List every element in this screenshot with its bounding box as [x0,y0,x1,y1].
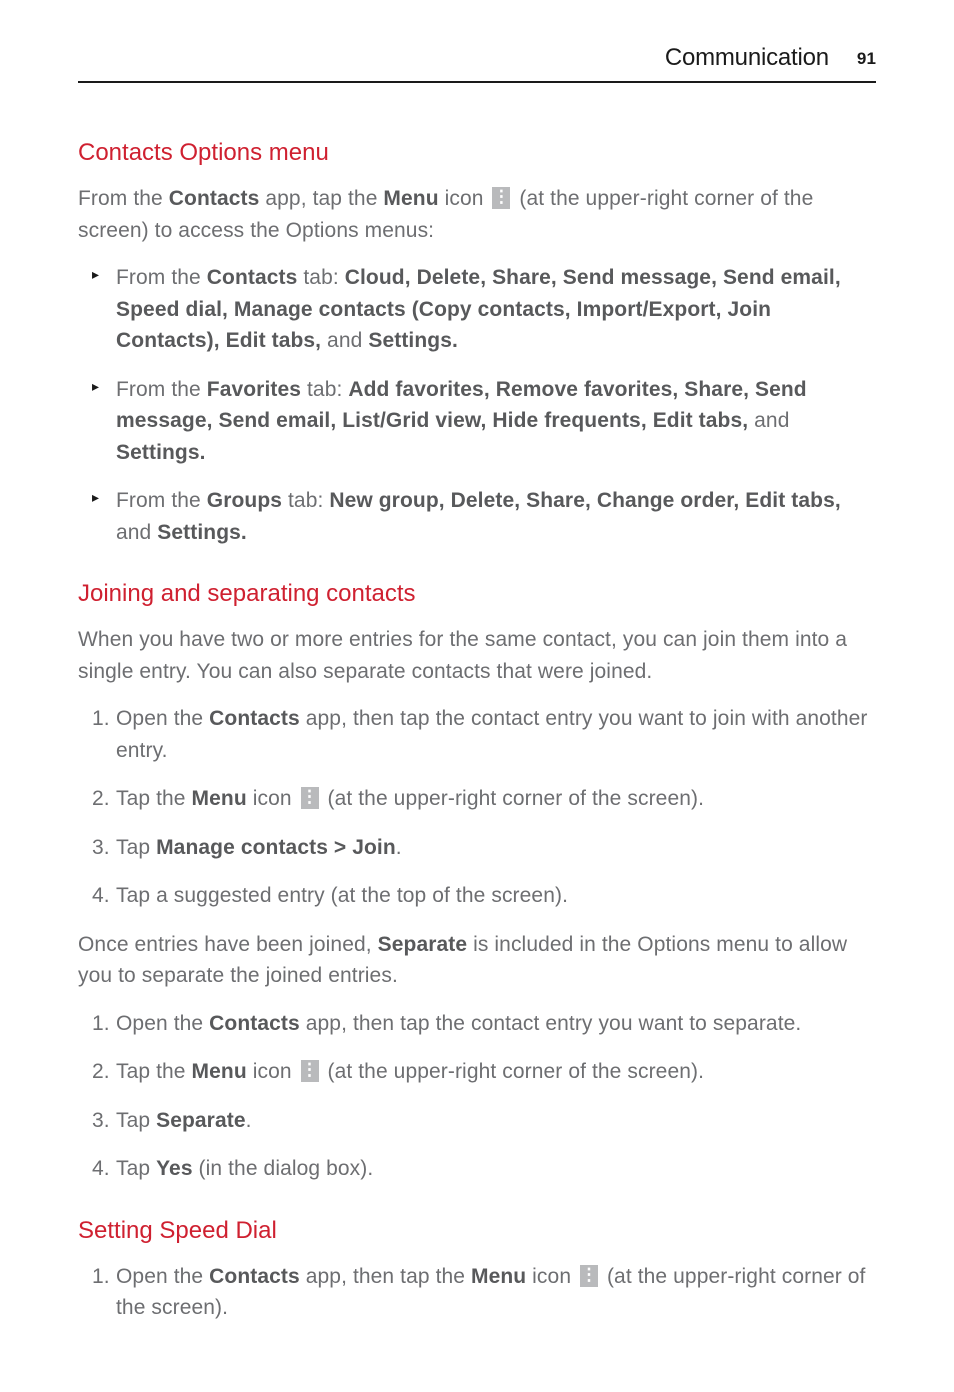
page-number: 91 [857,46,876,72]
step-number: 4. [92,1153,110,1185]
text: tab: [282,489,329,512]
text-bold: Manage contacts > Join [156,836,396,859]
list-item: 1.Open the Contacts app, then tap the co… [92,703,876,766]
text: Tap [116,836,156,859]
text: Open the [116,707,209,730]
text: From the [116,378,207,401]
section-heading: Setting Speed Dial [78,1213,876,1249]
text-bold: Separate [156,1109,246,1132]
text-bold: Contacts [209,707,300,730]
list-item: 2. Tap the Menu icon (at the upper-right … [92,783,876,815]
list-item: From the Contacts tab: Cloud, Delete, Sh… [92,262,876,357]
text: Tap a suggested entry (at the top of the… [116,884,568,907]
text-bold: Contacts [207,266,298,289]
overflow-menu-icon [580,1265,598,1287]
numbered-list: 1.Open the Contacts app, then tap the co… [78,703,876,912]
overflow-menu-icon [301,1060,319,1082]
text-bold: Yes [156,1157,193,1180]
list-item: 4. Tap Yes (in the dialog box). [92,1153,876,1185]
overflow-menu-icon [301,787,319,809]
step-number: 4. [92,880,110,912]
section-contacts-options: Contacts Options menu From the Contacts … [78,135,876,548]
step-number: 3. [92,1105,110,1137]
text: icon [526,1265,577,1288]
text-bold: Settings. [368,329,458,352]
section-heading: Contacts Options menu [78,135,876,171]
text-bold: Contacts [209,1265,300,1288]
text: Tap [116,1157,156,1180]
text: icon [439,187,490,210]
step-number: 1. [92,1261,110,1293]
text: (in the dialog box). [193,1157,374,1180]
list-item: 3. Tap Manage contacts > Join. [92,832,876,864]
step-number: 1. [92,1008,110,1040]
text-bold: Menu [192,1060,247,1083]
text-bold: Separate [378,933,468,956]
list-item: 4. Tap a suggested entry (at the top of t… [92,880,876,912]
text: app, tap the [259,187,383,210]
numbered-list: 1. Open the Contacts app, then tap the co… [78,1008,876,1185]
text: app, then tap the contact entry you want… [300,1012,802,1035]
list-item: 1. Open the Contacts app, then tap the Me… [92,1261,876,1324]
text-bold: Settings. [157,521,247,544]
text-bold: Contacts [169,187,260,210]
text-bold: Menu [383,187,438,210]
text: . [396,836,402,859]
text: Tap the [116,1060,192,1083]
step-number: 2. [92,783,110,815]
step-number: 2. [92,1056,110,1088]
text-bold: Menu [471,1265,526,1288]
section-speed-dial: Setting Speed Dial 1. Open the Contacts a… [78,1213,876,1324]
step-number: 3. [92,832,110,864]
bullet-list: From the Contacts tab: Cloud, Delete, Sh… [78,262,876,548]
numbered-list: 1. Open the Contacts app, then tap the Me… [78,1261,876,1324]
text-bold: Groups [207,489,282,512]
intro-paragraph: When you have two or more entries for th… [78,624,876,687]
page-header: Communication 91 [78,40,876,83]
list-item: From the Groups tab: New group, Delete, … [92,485,876,548]
text: Tap [116,1109,156,1132]
overflow-menu-icon [492,187,510,209]
list-item: 2. Tap the Menu icon (at the upper-right … [92,1056,876,1088]
list-item: From the Favorites tab: Add favorites, R… [92,374,876,469]
section-joining-separating: Joining and separating contacts When you… [78,576,876,1185]
text: and [748,409,789,432]
text: (at the upper-right corner of the screen… [322,1060,704,1083]
text: From the [116,489,207,512]
text-bold: New group, Delete, Share, Change order, … [329,489,840,512]
mid-paragraph: Once entries have been joined, Separate … [78,929,876,992]
text: Tap the [116,787,192,810]
text: and [116,521,157,544]
text: Once entries have been joined, [78,933,378,956]
text: tab: [301,378,348,401]
step-number: 1. [92,703,110,735]
page: Communication 91 Contacts Options menu F… [0,0,954,1392]
text: tab: [297,266,344,289]
header-title: Communication [665,40,829,76]
text: icon [247,1060,298,1083]
text: . [246,1109,252,1132]
list-item: 1. Open the Contacts app, then tap the co… [92,1008,876,1040]
text: From the [116,266,207,289]
text: (at the upper-right corner of the screen… [322,787,704,810]
text: and [321,329,368,352]
text-bold: Favorites [207,378,301,401]
intro-paragraph: From the Contacts app, tap the Menu icon… [78,183,876,246]
text-bold: Settings. [116,441,206,464]
list-item: 3. Tap Separate. [92,1105,876,1137]
text: Open the [116,1012,209,1035]
text-bold: Menu [192,787,247,810]
text: Open the [116,1265,209,1288]
text: app, then tap the [300,1265,471,1288]
text-bold: Contacts [209,1012,300,1035]
text: icon [247,787,298,810]
text: From the [78,187,169,210]
section-heading: Joining and separating contacts [78,576,876,612]
